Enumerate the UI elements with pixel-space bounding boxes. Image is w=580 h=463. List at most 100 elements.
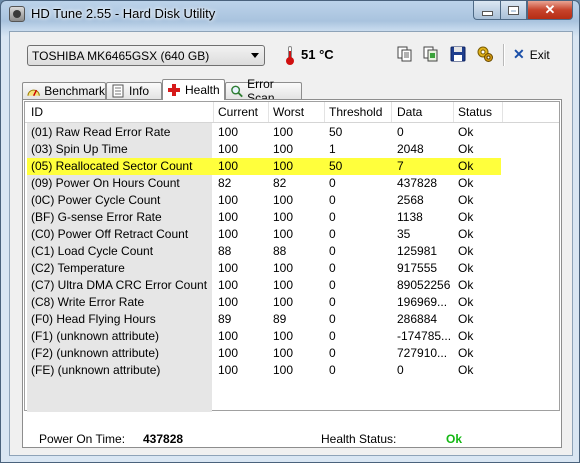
cell-worst: 100 bbox=[273, 295, 294, 309]
minimize-icon bbox=[481, 10, 493, 16]
health-cross-icon bbox=[168, 84, 180, 96]
cell-current: 100 bbox=[218, 125, 239, 139]
cell-threshold: 1 bbox=[329, 142, 336, 156]
minimize-button[interactable] bbox=[473, 1, 500, 20]
table-row[interactable]: (03) Spin Up Time 100 100 1 2048 Ok bbox=[25, 141, 559, 158]
table-row[interactable]: (C7) Ultra DMA CRC Error Count 100 100 0 890… bbox=[25, 277, 559, 294]
table-row[interactable]: (05) Reallocated Sector Count 100 100 50 7 Ok bbox=[25, 158, 559, 175]
hd-tune-app-icon[interactable] bbox=[9, 6, 25, 22]
cell-status: Ok bbox=[458, 329, 474, 343]
exit-button[interactable]: ✕ Exit bbox=[513, 46, 550, 63]
cell-threshold: 0 bbox=[329, 278, 336, 292]
cell-worst: 100 bbox=[273, 159, 294, 173]
save-button[interactable] bbox=[449, 45, 467, 63]
column-header-id[interactable]: ID bbox=[31, 105, 43, 119]
app-window: HD Tune 2.55 - Hard Disk Utility ✕ TOSHI… bbox=[0, 0, 580, 463]
cell-worst: 100 bbox=[273, 210, 294, 224]
cell-threshold: 0 bbox=[329, 193, 336, 207]
column-header-current[interactable]: Current bbox=[218, 105, 258, 119]
cell-current: 100 bbox=[218, 159, 239, 173]
cell-current: 100 bbox=[218, 278, 239, 292]
chevron-down-icon[interactable] bbox=[251, 53, 259, 58]
tab-info-label: Info bbox=[129, 84, 150, 98]
tab-info[interactable]: Info bbox=[106, 82, 162, 99]
smart-attributes-table[interactable]: ID Current Worst Threshold Data Status (… bbox=[24, 101, 560, 412]
column-header-threshold[interactable]: Threshold bbox=[329, 105, 382, 119]
cell-current: 100 bbox=[218, 261, 239, 275]
cell-threshold: 50 bbox=[329, 125, 343, 139]
cell-id: (05) Reallocated Sector Count bbox=[31, 159, 193, 173]
cell-threshold: 0 bbox=[329, 210, 336, 224]
cell-worst: 100 bbox=[273, 278, 294, 292]
client-area: TOSHIBA MK6465GSX (640 GB) 51 °C ✕ Exit … bbox=[9, 31, 573, 456]
table-row[interactable]: (FE) (unknown attribute) 100 100 0 0 Ok bbox=[25, 362, 559, 379]
cell-threshold: 0 bbox=[329, 244, 336, 258]
cell-worst: 100 bbox=[273, 142, 294, 156]
cell-id: (BF) G-sense Error Rate bbox=[31, 210, 162, 224]
column-header-status[interactable]: Status bbox=[458, 105, 492, 119]
close-button[interactable]: ✕ bbox=[527, 1, 573, 20]
tab-health[interactable]: Health bbox=[162, 79, 225, 100]
drive-select[interactable]: TOSHIBA MK6465GSX (640 GB) bbox=[27, 45, 265, 66]
cell-status: Ok bbox=[458, 244, 474, 258]
maximize-button[interactable] bbox=[500, 1, 527, 20]
copy-screenshot-button[interactable] bbox=[422, 45, 440, 63]
cell-current: 100 bbox=[218, 227, 239, 241]
tab-error-scan[interactable]: Error Scan bbox=[225, 77, 302, 105]
table-row[interactable]: (0C) Power Cycle Count 100 100 0 2568 Ok bbox=[25, 192, 559, 209]
options-button[interactable] bbox=[476, 45, 494, 63]
health-panel: ID Current Worst Threshold Data Status (… bbox=[22, 99, 562, 448]
cell-id: (F1) (unknown attribute) bbox=[31, 329, 160, 343]
table-row[interactable]: (F2) (unknown attribute) 100 100 0 727910...… bbox=[25, 345, 559, 362]
cell-data: 0 bbox=[397, 125, 404, 139]
power-on-time-label: Power On Time: bbox=[39, 432, 126, 446]
info-icon bbox=[112, 84, 124, 98]
table-row[interactable]: (F1) (unknown attribute) 100 100 0 -174785..… bbox=[25, 328, 559, 345]
caption-buttons: ✕ bbox=[473, 1, 573, 20]
tab-benchmark[interactable]: Benchmark bbox=[22, 82, 106, 99]
cell-threshold: 50 bbox=[329, 159, 343, 173]
cell-threshold: 0 bbox=[329, 261, 336, 275]
tab-benchmark-label: Benchmark bbox=[44, 84, 105, 98]
table-row[interactable]: (C1) Load Cycle Count 88 88 0 125981 Ok bbox=[25, 243, 559, 260]
cell-worst: 88 bbox=[273, 244, 287, 258]
cell-id: (0C) Power Cycle Count bbox=[31, 193, 161, 207]
table-row[interactable]: (BF) G-sense Error Rate 100 100 0 1138 Ok bbox=[25, 209, 559, 226]
cell-id: (03) Spin Up Time bbox=[31, 142, 128, 156]
cell-worst: 100 bbox=[273, 346, 294, 360]
cell-data: 35 bbox=[397, 227, 411, 241]
cell-threshold: 0 bbox=[329, 176, 336, 190]
magnifier-icon bbox=[231, 85, 243, 98]
column-header-worst[interactable]: Worst bbox=[273, 105, 304, 119]
cell-worst: 82 bbox=[273, 176, 287, 190]
table-row[interactable]: (C0) Power Off Retract Count 100 100 0 35 Ok bbox=[25, 226, 559, 243]
cell-data: 727910... bbox=[397, 346, 448, 360]
table-row[interactable]: (01) Raw Read Error Rate 100 100 50 0 Ok bbox=[25, 124, 559, 141]
table-row[interactable]: (09) Power On Hours Count 82 82 0 437828 Ok bbox=[25, 175, 559, 192]
thermometer-icon bbox=[286, 46, 294, 65]
copy-icon bbox=[397, 46, 412, 62]
cell-threshold: 0 bbox=[329, 346, 336, 360]
table-row[interactable]: (C2) Temperature 100 100 0 917555 Ok bbox=[25, 260, 559, 277]
benchmark-icon bbox=[27, 89, 40, 97]
health-status-value: Ok bbox=[446, 432, 463, 446]
column-header-data[interactable]: Data bbox=[397, 105, 422, 119]
table-row[interactable]: (F0) Head Flying Hours 89 89 0 286884 Ok bbox=[25, 311, 559, 328]
table-row[interactable]: (C8) Write Error Rate 100 100 0 196969... Ok bbox=[25, 294, 559, 311]
cell-data: 286884 bbox=[397, 312, 438, 326]
cell-status: Ok bbox=[458, 363, 474, 377]
cell-data: -174785... bbox=[397, 329, 452, 343]
tab-health-label: Health bbox=[185, 83, 220, 97]
title-bar[interactable]: HD Tune 2.55 - Hard Disk Utility ✕ bbox=[1, 1, 579, 27]
cell-status: Ok bbox=[458, 159, 474, 173]
copy-text-button[interactable] bbox=[396, 45, 414, 63]
cell-current: 100 bbox=[218, 295, 239, 309]
cell-worst: 100 bbox=[273, 261, 294, 275]
cell-id: (FE) (unknown attribute) bbox=[31, 363, 161, 377]
cell-worst: 100 bbox=[273, 227, 294, 241]
cell-worst: 100 bbox=[273, 363, 294, 377]
cell-id: (09) Power On Hours Count bbox=[31, 176, 180, 190]
cell-current: 88 bbox=[218, 244, 232, 258]
cell-data: 1138 bbox=[397, 210, 423, 224]
cell-threshold: 0 bbox=[329, 329, 336, 343]
